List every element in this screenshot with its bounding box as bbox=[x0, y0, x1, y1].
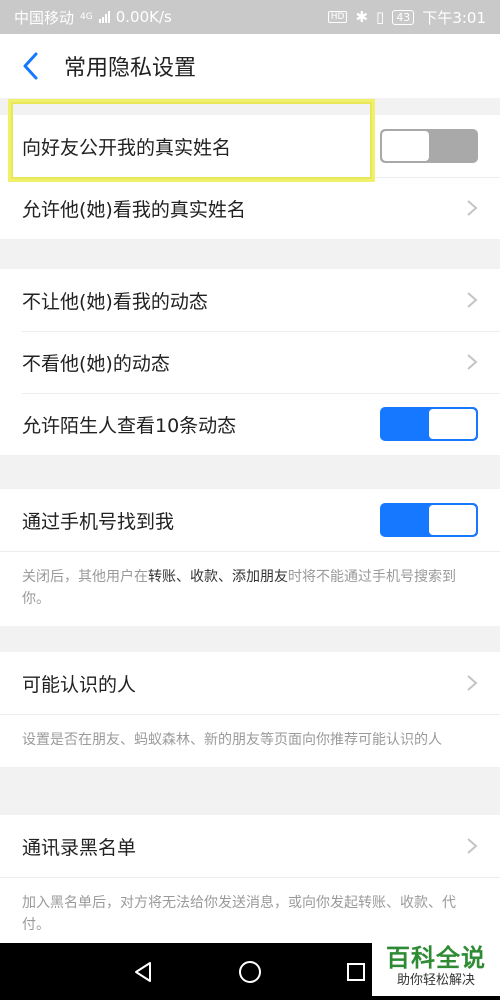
watermark-subtitle: 助你轻松解决 bbox=[396, 973, 475, 988]
row-allow-view-real-name[interactable]: 允许他(她)看我的真实姓名 bbox=[0, 177, 500, 239]
real-name-public-toggle[interactable] bbox=[380, 129, 478, 163]
back-button[interactable] bbox=[0, 34, 60, 98]
network-type: 4G bbox=[80, 12, 93, 22]
chevron-right-icon bbox=[467, 292, 478, 308]
watermark-title: 百科全说 bbox=[386, 944, 486, 972]
signal-icon bbox=[98, 11, 110, 23]
row-find-by-phone: 通过手机号找到我 bbox=[0, 489, 500, 551]
page-title: 常用隐私设置 bbox=[64, 56, 197, 81]
row-label: 通过手机号找到我 bbox=[22, 510, 175, 533]
row-hide-their-feed[interactable]: 不看他(她)的动态 bbox=[0, 331, 500, 393]
network-speed: 0.00K/s bbox=[115, 8, 172, 26]
find-by-phone-toggle[interactable] bbox=[380, 503, 478, 537]
row-contacts-blacklist[interactable]: 通讯录黑名单 bbox=[0, 815, 500, 877]
vibrate-icon: ▯ bbox=[376, 8, 385, 26]
row-label: 不让他(她)看我的动态 bbox=[22, 290, 208, 313]
row-label: 允许陌生人查看10条动态 bbox=[22, 414, 237, 437]
title-bar: 常用隐私设置 bbox=[0, 34, 500, 98]
row-label: 不看他(她)的动态 bbox=[22, 352, 170, 375]
chevron-right-icon bbox=[467, 675, 478, 691]
find-by-phone-note: 关闭后，其他用户在转账、收款、添加朋友时将不能通过手机号搜索到你。 bbox=[0, 551, 500, 626]
people-may-know-group: 可能认识的人 设置是否在朋友、蚂蚁森林、新的朋友等页面向你推荐可能认识的人 bbox=[0, 652, 500, 767]
toggle-knob bbox=[429, 409, 476, 439]
row-stranger-view-10: 允许陌生人查看10条动态 bbox=[0, 393, 500, 455]
hd-icon: HD bbox=[327, 11, 348, 23]
people-may-know-note: 设置是否在朋友、蚂蚁森林、新的朋友等页面向你推荐可能认识的人 bbox=[0, 714, 500, 767]
row-block-view-my-feed[interactable]: 不让他(她)看我的动态 bbox=[0, 269, 500, 331]
phone-search-group: 通过手机号找到我 关闭后，其他用户在转账、收款、添加朋友时将不能通过手机号搜索到… bbox=[0, 489, 500, 626]
toggle-knob bbox=[382, 131, 429, 161]
row-label: 通讯录黑名单 bbox=[22, 836, 137, 859]
real-name-group: 向好友公开我的真实姓名 允许他(她)看我的真实姓名 bbox=[0, 115, 500, 239]
row-real-name-public: 向好友公开我的真实姓名 bbox=[0, 115, 500, 177]
feed-group: 不让他(她)看我的动态 不看他(她)的动态 允许陌生人查看10条动态 bbox=[0, 269, 500, 455]
row-people-you-may-know[interactable]: 可能认识的人 bbox=[0, 652, 500, 714]
chevron-right-icon bbox=[467, 354, 478, 370]
row-label: 可能认识的人 bbox=[22, 673, 137, 696]
recents-square-icon[interactable] bbox=[346, 962, 366, 982]
row-label: 向好友公开我的真实姓名 bbox=[22, 136, 232, 159]
clock: 下午3:01 bbox=[422, 8, 486, 27]
bluetooth-icon: ✱ bbox=[355, 8, 369, 26]
back-triangle-icon[interactable] bbox=[133, 961, 153, 983]
battery-indicator: 43 bbox=[392, 9, 415, 25]
stranger-view-toggle[interactable] bbox=[380, 407, 478, 441]
chevron-right-icon bbox=[467, 838, 478, 854]
note-text: 关闭后，其他用户在 bbox=[22, 569, 148, 585]
blacklist-group: 通讯录黑名单 加入黑名单后，对方将无法给你发送消息，或向你发起转账、收款、代付。 bbox=[0, 815, 500, 955]
note-highlight: 转账、收款、添加朋友 bbox=[148, 569, 288, 585]
toggle-knob bbox=[429, 505, 476, 535]
carrier-name: 中国移动 bbox=[14, 8, 75, 27]
row-label: 允许他(她)看我的真实姓名 bbox=[22, 198, 246, 221]
chevron-right-icon bbox=[467, 200, 478, 216]
chevron-left-icon bbox=[23, 52, 38, 80]
status-bar: 中国移动 4G 0.00K/s HD ✱ ▯ 43 下午3:01 bbox=[0, 0, 500, 34]
watermark-logo: 百科全说 助你轻松解决 bbox=[372, 938, 500, 996]
home-circle-icon[interactable] bbox=[238, 960, 262, 984]
